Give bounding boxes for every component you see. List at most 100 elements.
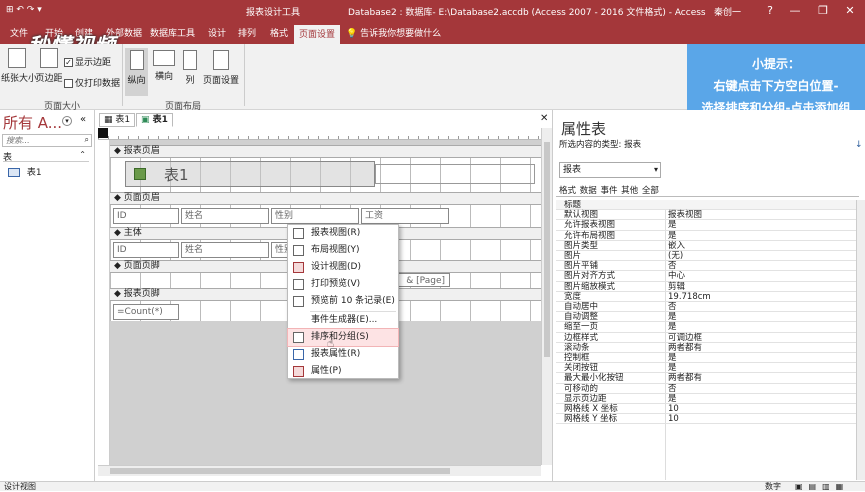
property-value[interactable]: 是 [668,220,677,230]
property-row[interactable]: 可移动的 否 [556,384,859,394]
label-salary[interactable]: 工资 [361,208,449,224]
sort-icon[interactable]: ↓ [855,140,863,150]
report-selector[interactable] [98,128,108,138]
section-bar-report-header[interactable]: ◆ 报表页眉 [110,145,541,158]
textbox-name[interactable]: 姓名 [181,242,269,258]
textbox-id[interactable]: ID [113,242,179,258]
doc-tab-report1[interactable]: ▣ 表1 [136,113,173,127]
nav-item-table1[interactable]: 表1 [8,165,42,178]
property-value[interactable]: 否 [668,302,677,312]
date-control[interactable] [375,164,535,184]
property-value[interactable]: 是 [668,363,677,373]
portrait-button[interactable]: 纵向 [125,48,148,96]
property-value[interactable]: 嵌入 [668,241,685,251]
property-value[interactable]: 否 [668,261,677,271]
horizontal-ruler[interactable] [98,128,541,140]
search-icon[interactable]: ⌕ [85,135,89,145]
tab-prop-data[interactable]: 数据 [580,186,597,196]
property-value[interactable]: 两者都有 [668,373,702,383]
property-value[interactable]: 10 [668,404,679,414]
restore-button[interactable]: ❐ [808,0,838,22]
property-row[interactable]: 图片类型 嵌入 [556,241,859,251]
columns-button[interactable]: 列 [180,50,200,86]
property-row[interactable]: 自动调整 是 [556,312,859,323]
property-row[interactable]: 网格线 X 坐标 10 [556,404,859,415]
menu-item-print-preview[interactable]: 打印预览(V) [288,276,398,293]
nav-search-input[interactable] [3,135,77,146]
property-scrollbar[interactable] [856,200,865,480]
property-row[interactable]: 网格线 Y 坐标 10 [556,414,859,425]
property-value[interactable]: 19.718cm [668,292,711,302]
tab-database-tools[interactable]: 数据库工具 [150,26,195,39]
chevron-down-icon[interactable]: ▾ [62,116,72,126]
tab-page-setup[interactable]: 页面设置 [294,25,341,44]
property-value[interactable]: 否 [668,384,677,394]
property-value[interactable]: 是 [668,312,677,322]
tab-prop-all[interactable]: 全部 [642,186,659,196]
property-value[interactable]: 可调边框 [668,333,702,343]
collapse-pane-icon[interactable]: « [80,114,86,125]
property-row[interactable]: 允许布局视图 是 [556,231,859,241]
paper-size-button[interactable]: 纸张大小 [1,48,37,84]
title-control[interactable]: 表1 [125,161,375,187]
menu-item-report-properties[interactable]: 报表属性(R) [288,346,398,363]
section-report-header[interactable]: 表1 [110,158,541,192]
close-button[interactable]: ✕ [835,0,865,22]
property-value[interactable]: 剪辑 [668,282,685,292]
property-row[interactable]: 图片对齐方式 中心 [556,271,859,282]
doc-tab-table1[interactable]: ▦ 表1 [99,113,136,127]
show-margins-checkbox[interactable]: ✓ 显示边距 [64,55,111,68]
tab-format[interactable]: 格式 [270,26,288,39]
menu-item-preview-top10[interactable]: 预览前 10 条记录(E) [288,293,398,310]
property-row[interactable]: 默认视图 报表视图 [556,210,859,221]
menu-item-report-view[interactable]: 报表视图(R) [288,225,398,242]
page-setup-button[interactable]: 页面设置 [203,50,239,86]
property-value[interactable]: 是 [668,394,677,404]
nav-pane-title[interactable]: 所有 A... [3,112,62,133]
vertical-ruler[interactable] [98,140,110,465]
count-control[interactable]: =Count(*) [113,304,179,320]
label-id[interactable]: ID [113,208,179,224]
property-row[interactable]: 图片 (无) [556,251,859,262]
property-row[interactable]: 自动居中 否 [556,302,859,313]
menu-item-event-builder[interactable]: 事件生成器(E)... [288,312,398,329]
property-row[interactable]: 控制框 是 [556,353,859,364]
tab-prop-event[interactable]: 事件 [600,186,617,196]
property-row[interactable]: 显示页边距 是 [556,394,859,404]
menu-item-layout-view[interactable]: 布局视图(Y) [288,242,398,259]
tab-prop-format[interactable]: 格式 [559,186,576,196]
property-value[interactable]: (无) [668,251,683,261]
menu-item-design-view[interactable]: 设计视图(D) [288,259,398,276]
property-value[interactable]: 中心 [668,271,685,281]
property-row[interactable]: 关闭按钮 是 [556,363,859,374]
property-value[interactable]: 是 [668,231,677,241]
property-row[interactable]: 边框样式 可调边框 [556,333,859,343]
property-row[interactable]: 图片缩放模式 剪辑 [556,282,859,292]
quick-access-toolbar[interactable]: ⊞ ↶ ↷ ▾ [6,5,42,15]
tab-prop-other[interactable]: 其他 [621,186,638,196]
margins-button[interactable]: 页边距 [34,48,64,84]
label-gender[interactable]: 性别 [271,208,359,224]
property-value[interactable]: 两者都有 [668,343,702,353]
horizontal-scrollbar[interactable] [98,465,541,476]
property-row[interactable]: 图片平铺 否 [556,261,859,272]
minimize-button[interactable]: — [780,0,810,22]
property-row[interactable]: 最大最小化按钮 两者都有 [556,373,859,384]
tab-arrange[interactable]: 排列 [238,26,256,39]
property-value[interactable]: 10 [668,414,679,424]
print-data-only-checkbox[interactable]: 仅打印数据 [64,76,120,89]
menu-item-sort-and-group[interactable]: 排序和分组(S) [287,328,399,347]
nav-search-box[interactable]: ⌕ [2,134,92,147]
property-value[interactable]: 报表视图 [668,210,702,220]
property-row[interactable]: 标题 [556,200,859,211]
user-name[interactable]: 秦创一 [714,5,741,18]
property-row[interactable]: 滚动条 两者都有 [556,343,859,353]
tab-design[interactable]: 设计 [208,26,226,39]
label-name[interactable]: 姓名 [181,208,269,224]
tab-file[interactable]: 文件 [10,26,28,39]
property-value[interactable]: 是 [668,353,677,363]
property-row[interactable]: 宽度 19.718cm [556,292,859,302]
vertical-scrollbar[interactable] [541,128,552,465]
menu-item-properties[interactable]: 属性(P) [288,363,398,380]
selection-dropdown[interactable]: 报表 ▾ [559,162,661,178]
